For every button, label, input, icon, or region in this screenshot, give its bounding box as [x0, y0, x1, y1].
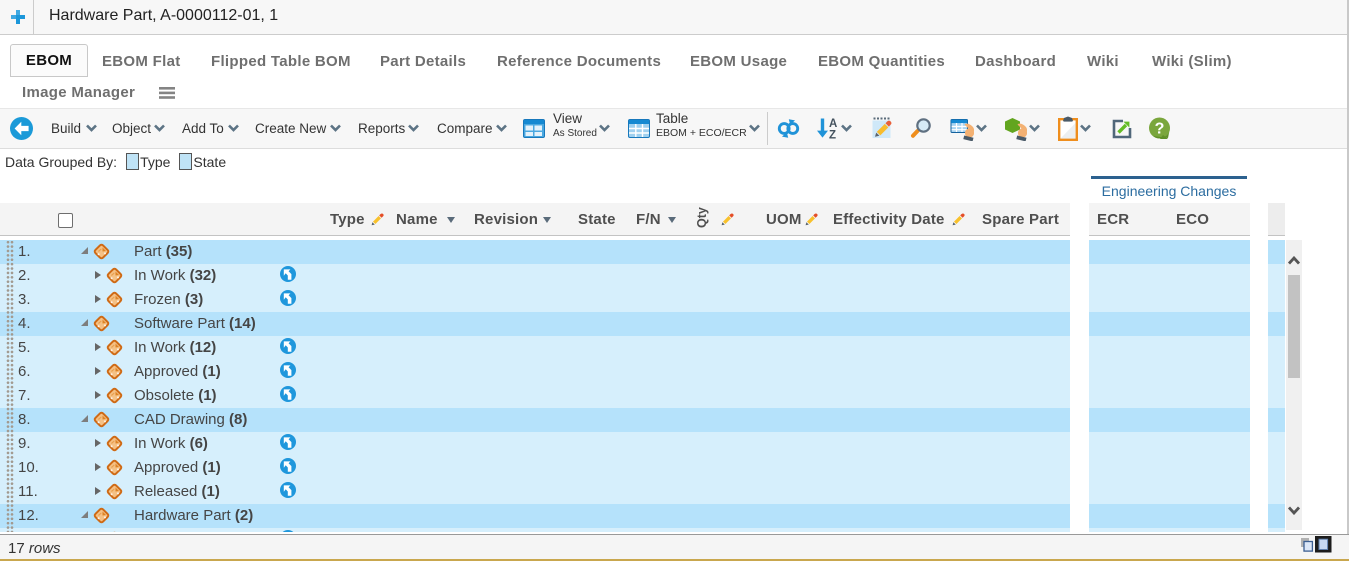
svg-text:?: ? [1155, 121, 1165, 138]
svg-text:Z: Z [829, 130, 836, 141]
svg-text:A: A [829, 118, 837, 130]
